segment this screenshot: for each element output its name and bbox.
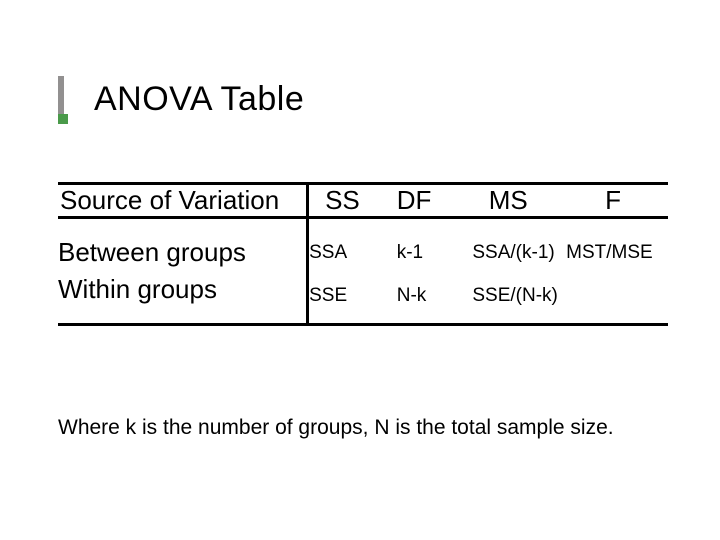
slide: ANOVA Table Source of Variation SS DF MS…: [0, 0, 720, 540]
row-label: Within groups: [58, 268, 308, 325]
title-wrap: ANOVA Table: [58, 76, 304, 122]
col-f: F: [558, 184, 668, 218]
cell-ss: SSA: [308, 237, 387, 268]
col-source: Source of Variation: [58, 184, 308, 218]
cell-df: N-k: [387, 268, 459, 325]
col-ss: SS: [308, 184, 387, 218]
cell-ss: SSE: [308, 268, 387, 325]
table-spacer: [58, 218, 668, 238]
cell-ms: SSE/(N-k): [458, 268, 558, 325]
title-accent-square: [58, 114, 68, 124]
col-ms: MS: [458, 184, 558, 218]
anova-table: Source of Variation SS DF MS F Between g…: [58, 182, 668, 326]
col-df: DF: [387, 184, 459, 218]
footnote: Where k is the number of groups, N is th…: [58, 416, 614, 440]
cell-df: k-1: [387, 237, 459, 268]
cell-ms: SSA/(k-1): [458, 237, 558, 268]
page-title: ANOVA Table: [94, 80, 304, 119]
cell-f: MST/MSE: [558, 237, 668, 268]
row-label: Between groups: [58, 237, 308, 268]
table-row: Between groups SSA k-1 SSA/(k-1) MST/MSE: [58, 237, 668, 268]
cell-f: [558, 268, 668, 325]
table-row: Within groups SSE N-k SSE/(N-k): [58, 268, 668, 325]
table-header-row: Source of Variation SS DF MS F: [58, 184, 668, 218]
